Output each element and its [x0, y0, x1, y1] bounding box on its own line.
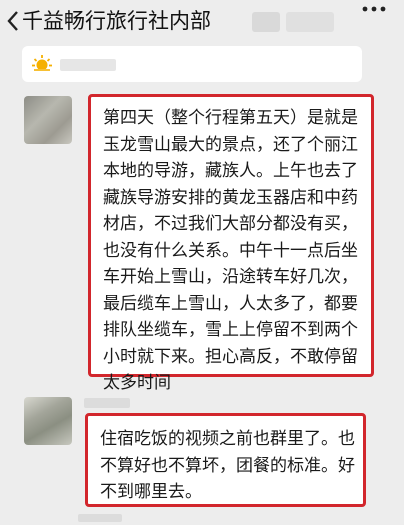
message-text: 住宿吃饭的视频之前也群里了。也不算好也不算坏，团餐的标准。好不到哪里去。: [100, 429, 355, 502]
group-notice-bar[interactable]: [22, 46, 362, 82]
chat-message-bubble[interactable]: 住宿吃饭的视频之前也群里了。也不算好也不算坏，团餐的标准。好不到哪里去。: [85, 413, 366, 507]
redacted-member-count: [286, 12, 334, 32]
avatar[interactable]: [24, 397, 72, 445]
chevron-left-icon[interactable]: [6, 10, 20, 32]
redacted-sender-name: [78, 514, 122, 522]
redacted-notice-text: [60, 59, 116, 71]
chat-title: 千益畅行旅行社内部: [22, 9, 211, 33]
sun-icon: [32, 55, 52, 73]
message-text: 第四天（整个行程第五天）是就是玉龙雪山最大的景点，还了个丽江本地的导游，藏族人。…: [103, 108, 358, 393]
redacted-sender-name: [84, 398, 130, 408]
redacted-member-count: [252, 12, 280, 32]
avatar[interactable]: [24, 96, 72, 144]
more-dots-icon[interactable]: [362, 6, 386, 12]
chat-message-bubble[interactable]: 第四天（整个行程第五天）是就是玉龙雪山最大的景点，还了个丽江本地的导游，藏族人。…: [88, 94, 374, 393]
chat-header: 千益畅行旅行社内部: [0, 0, 404, 44]
